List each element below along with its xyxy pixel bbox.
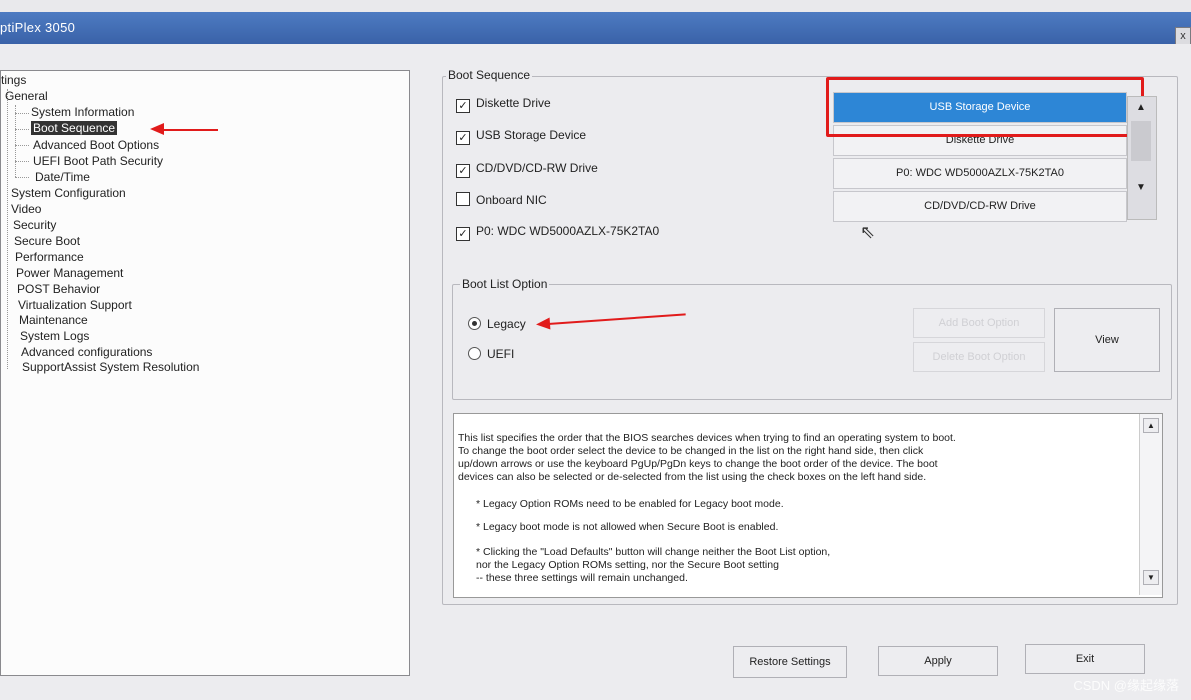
- tree-root: tings: [1, 73, 27, 87]
- checkbox-cd-dvd-drive[interactable]: ✓ CD/DVD/CD-RW Drive: [456, 161, 598, 178]
- boot-sequence-legend: Boot Sequence: [446, 68, 533, 82]
- tree-branch: [15, 177, 29, 178]
- scroll-up-icon[interactable]: ▲: [1143, 418, 1159, 433]
- tree-item-post-behavior[interactable]: POST Behavior: [17, 282, 100, 296]
- checkbox-label: P0: WDC WD5000AZLX-75K2TA0: [476, 224, 660, 238]
- help-note: * Clicking the "Load Defaults" button wi…: [476, 546, 831, 584]
- scroll-thumb[interactable]: [1131, 121, 1151, 161]
- tree-item-general[interactable]: General: [5, 89, 48, 103]
- checkbox-mark[interactable]: ✓: [456, 227, 470, 241]
- boot-order-scroller[interactable]: ▲ ▼: [1127, 96, 1157, 220]
- tree-item-security[interactable]: Security: [13, 218, 56, 232]
- checkbox-mark[interactable]: ✓: [456, 131, 470, 145]
- settings-tree: tings General System Information Boot Se…: [0, 70, 410, 676]
- mouse-cursor-icon: ⇖: [860, 222, 876, 242]
- tree-item-system-information[interactable]: System Information: [31, 105, 134, 119]
- checkbox-usb-storage-device[interactable]: ✓ USB Storage Device: [456, 128, 586, 145]
- window-title: ptiPlex 3050: [0, 20, 76, 35]
- tree-item-system-logs[interactable]: System Logs: [20, 329, 89, 343]
- checkbox-label: USB Storage Device: [476, 128, 587, 142]
- help-note: * Legacy boot mode is not allowed when S…: [476, 521, 779, 533]
- tree-line: [15, 105, 16, 177]
- delete-boot-option-button[interactable]: Delete Boot Option: [913, 342, 1045, 372]
- checkbox-diskette-drive[interactable]: ✓ Diskette Drive: [456, 96, 551, 113]
- tree-branch: [15, 145, 29, 146]
- tree-line: [7, 89, 8, 369]
- tree-item-uefi-boot-path-security[interactable]: UEFI Boot Path Security: [33, 154, 163, 168]
- tree-item-supportassist[interactable]: SupportAssist System Resolution: [22, 360, 199, 374]
- view-button[interactable]: View: [1054, 308, 1160, 372]
- checkbox-label: Diskette Drive: [476, 96, 551, 110]
- checkbox-mark[interactable]: ✓: [456, 164, 470, 178]
- radio-dot[interactable]: [468, 347, 481, 360]
- watermark: CSDN @缘起缘落: [1073, 678, 1179, 693]
- tree-item-virtualization-support[interactable]: Virtualization Support: [18, 298, 132, 312]
- apply-button[interactable]: Apply: [878, 646, 998, 676]
- checkbox-wdc-drive[interactable]: ✓ P0: WDC WD5000AZLX-75K2TA0: [456, 224, 659, 241]
- tree-item-power-management[interactable]: Power Management: [16, 266, 123, 280]
- radio-uefi[interactable]: UEFI: [468, 347, 514, 361]
- annotation-arrow-line: [162, 129, 218, 131]
- checkbox-label: Onboard NIC: [476, 193, 547, 207]
- checkbox-label: CD/DVD/CD-RW Drive: [476, 161, 598, 175]
- title-bar: ptiPlex 3050: [0, 12, 1191, 44]
- radio-label: UEFI: [487, 347, 515, 361]
- radio-legacy[interactable]: Legacy: [468, 317, 526, 331]
- restore-settings-button[interactable]: Restore Settings: [733, 646, 847, 678]
- tree-branch: [15, 129, 29, 130]
- tree-item-date-time[interactable]: Date/Time: [35, 170, 90, 184]
- tree-branch: [15, 161, 29, 162]
- tree-item-advanced-configurations[interactable]: Advanced configurations: [21, 345, 152, 359]
- move-down-icon[interactable]: ▼: [1131, 179, 1151, 197]
- radio-dot[interactable]: [468, 317, 481, 330]
- move-up-icon[interactable]: ▲: [1131, 99, 1151, 117]
- tree-item-advanced-boot-options[interactable]: Advanced Boot Options: [33, 138, 159, 152]
- tree-item-performance[interactable]: Performance: [15, 250, 84, 264]
- help-scrollbar[interactable]: ▲ ▼: [1139, 414, 1162, 595]
- bios-screen: ptiPlex 3050 x tings General System Info…: [0, 0, 1191, 700]
- checkbox-onboard-nic[interactable]: Onboard NIC: [456, 192, 547, 207]
- help-paragraph: This list specifies the order that the B…: [458, 432, 956, 483]
- radio-label: Legacy: [487, 317, 526, 331]
- tree-item-maintenance[interactable]: Maintenance: [19, 313, 88, 327]
- checkbox-mark[interactable]: ✓: [456, 99, 470, 113]
- annotation-highlight-box: [826, 77, 1144, 137]
- tree-item-system-configuration[interactable]: System Configuration: [11, 186, 126, 200]
- checkbox-mark[interactable]: [456, 192, 470, 206]
- scroll-down-icon[interactable]: ▼: [1143, 570, 1159, 585]
- tree-item-video[interactable]: Video: [11, 202, 41, 216]
- exit-button[interactable]: Exit: [1025, 644, 1145, 674]
- boot-order-item[interactable]: P0: WDC WD5000AZLX-75K2TA0: [833, 158, 1127, 189]
- boot-order-item[interactable]: CD/DVD/CD-RW Drive: [833, 191, 1127, 222]
- tree-item-secure-boot[interactable]: Secure Boot: [14, 234, 80, 248]
- boot-list-legend: Boot List Option: [460, 277, 550, 291]
- tree-branch: [15, 113, 29, 114]
- add-boot-option-button[interactable]: Add Boot Option: [913, 308, 1045, 338]
- tree-item-boot-sequence[interactable]: Boot Sequence: [31, 121, 118, 135]
- help-note: * Legacy Option ROMs need to be enabled …: [476, 498, 784, 510]
- help-text-panel: This list specifies the order that the B…: [453, 413, 1163, 598]
